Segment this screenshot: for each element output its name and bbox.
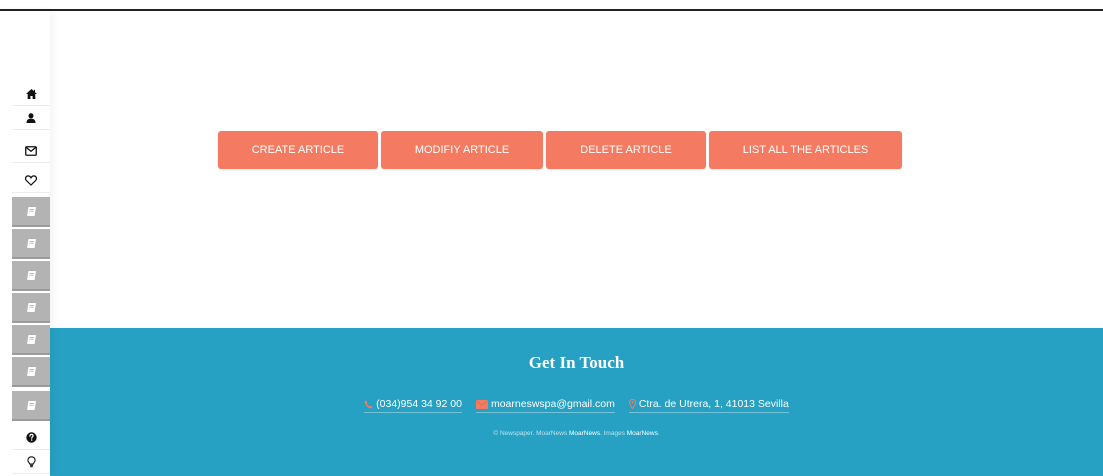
- delete-article-button[interactable]: DELETE ARTICLE: [546, 131, 706, 169]
- book-icon: [26, 334, 36, 344]
- book-icon: [26, 206, 36, 216]
- book-icon: [26, 302, 36, 312]
- lightbulb-icon: [26, 455, 36, 467]
- copyright-prefix: © Newspaper. MoarNews: [493, 430, 568, 437]
- book-icon: [26, 238, 36, 248]
- phone-number: (034)954 34 92 00: [376, 398, 462, 410]
- envelope-icon: [475, 399, 488, 409]
- book-icon: [26, 366, 36, 376]
- sidebar-item-help[interactable]: [12, 426, 50, 450]
- address-text: Ctra. de Utrera, 1, 41013 Sevilla: [638, 398, 789, 410]
- sidebar-item-profile[interactable]: [12, 106, 50, 130]
- map-pin-icon: [628, 399, 636, 409]
- phone-contact[interactable]: (034)954 34 92 00: [364, 398, 462, 413]
- article-actions: CREATE ARTICLE MODIFIY ARTICLE DELETE AR…: [218, 131, 902, 169]
- heart-icon: [25, 175, 37, 186]
- sidebar-item-favorites[interactable]: [12, 169, 50, 193]
- question-icon: [25, 432, 37, 443]
- envelope-icon: [25, 145, 37, 156]
- create-article-button[interactable]: CREATE ARTICLE: [218, 131, 378, 169]
- sidebar-item-section-4[interactable]: [12, 293, 50, 323]
- footer-title: Get In Touch: [528, 353, 625, 372]
- sidebar-item-messages[interactable]: [12, 139, 50, 163]
- address-contact[interactable]: Ctra. de Utrera, 1, 41013 Sevilla: [628, 398, 789, 413]
- list-all-articles-button[interactable]: LIST ALL THE ARTICLES: [709, 131, 902, 169]
- footer: Get In Touch (034)954 34 92 00 moarnesws…: [50, 328, 1103, 476]
- top-divider: [0, 9, 1103, 11]
- sidebar-item-section-5[interactable]: [12, 325, 50, 355]
- sidebar-item-section-7[interactable]: [12, 391, 50, 421]
- copyright-middle: . Images: [600, 430, 625, 437]
- sidebar-item-ideas[interactable]: [12, 450, 50, 474]
- book-icon: [26, 400, 36, 410]
- email-contact[interactable]: moarneswspa@gmail.com: [475, 398, 615, 413]
- copyright-suffix: .: [657, 430, 660, 437]
- book-icon: [26, 270, 36, 280]
- user-icon: [26, 112, 36, 123]
- phone-icon: [364, 400, 373, 408]
- sidebar-item-section-6[interactable]: [12, 357, 50, 387]
- home-icon: [25, 88, 37, 99]
- sidebar-item-section-3[interactable]: [12, 261, 50, 291]
- sidebar-item-home[interactable]: [12, 82, 50, 106]
- brand-link-1[interactable]: MoarNews: [569, 430, 600, 437]
- brand-link-2[interactable]: MoarNews: [627, 430, 658, 437]
- sidebar-item-section-1[interactable]: [12, 197, 50, 227]
- email-address: moarneswspa@gmail.com: [490, 398, 615, 410]
- copyright-line: © Newspaper. MoarNews MoarNews. Images M…: [50, 430, 1103, 437]
- sidebar-nav: [0, 11, 50, 476]
- contact-info: (034)954 34 92 00 moarneswspa@gmail.com …: [50, 398, 1103, 413]
- sidebar-item-section-2[interactable]: [12, 229, 50, 259]
- modify-article-button[interactable]: MODIFIY ARTICLE: [381, 131, 543, 169]
